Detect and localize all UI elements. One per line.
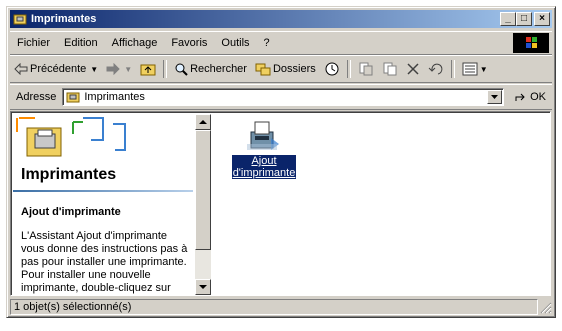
folders-icon: [255, 63, 271, 76]
add-printer-item[interactable]: Ajout d'imprimante: [231, 118, 297, 179]
minimize-button[interactable]: _: [500, 12, 516, 26]
chevron-down-icon: [491, 95, 499, 99]
status-bar: 1 objet(s) sélectionné(s): [10, 298, 552, 316]
address-input[interactable]: Imprimantes: [62, 88, 505, 106]
menu-affichage[interactable]: Affichage: [105, 34, 165, 52]
folder-banner: Imprimantes: [13, 114, 193, 192]
folders-label: Dossiers: [272, 63, 316, 75]
standard-toolbar: Précédente ▼ ▼ Rechercher Dossiers ▼: [10, 55, 552, 83]
selected-item-title: Ajout d'imprimante: [21, 206, 121, 218]
history-button[interactable]: [320, 58, 344, 80]
go-label: OK: [530, 91, 546, 103]
move-to-button[interactable]: [354, 58, 378, 80]
forward-dropdown-icon[interactable]: ▼: [124, 65, 132, 74]
views-icon: [462, 62, 478, 76]
menu-help[interactable]: ?: [257, 34, 277, 52]
explorer-window: Imprimantes _ □ × Fichier Edition Affich…: [6, 6, 556, 318]
delete-button[interactable]: [402, 58, 424, 80]
up-folder-icon: [140, 64, 156, 76]
history-icon: [325, 62, 339, 76]
toolbar-separator: [450, 60, 455, 78]
delete-icon: [407, 63, 419, 75]
undo-icon: [428, 63, 443, 75]
copy-to-button[interactable]: [378, 58, 402, 80]
back-arrow-icon: [14, 63, 28, 75]
chevron-up-icon: [199, 120, 207, 124]
scroll-thumb[interactable]: [195, 130, 211, 250]
up-folder-button[interactable]: [136, 58, 160, 80]
menu-bar: Fichier Edition Affichage Favoris Outils…: [10, 31, 552, 55]
printer-folder-banner-icon: [16, 117, 126, 157]
scroll-down-button[interactable]: [195, 279, 211, 295]
go-arrow-icon: [515, 93, 525, 101]
address-bar: Adresse Imprimantes OK: [10, 84, 552, 110]
scroll-up-button[interactable]: [195, 114, 211, 130]
undo-button[interactable]: [424, 58, 448, 80]
toolbar-separator: [346, 60, 351, 78]
forward-button[interactable]: ▼: [102, 58, 136, 80]
add-printer-icon: [247, 121, 279, 150]
maximize-button[interactable]: □: [516, 12, 532, 26]
views-button[interactable]: ▼: [458, 58, 492, 80]
printer-folder-icon: [66, 92, 80, 103]
views-dropdown-icon[interactable]: ▼: [480, 65, 488, 74]
printer-folder-icon: [13, 14, 27, 25]
address-dropdown-button[interactable]: [487, 90, 503, 104]
copy-to-icon: [383, 62, 397, 76]
toolbar-separator: [163, 60, 168, 78]
search-icon: [175, 63, 188, 76]
back-button[interactable]: Précédente ▼: [10, 58, 102, 80]
web-view-pane: Imprimantes Ajout d'imprimante L'Assista…: [13, 114, 193, 295]
folders-button[interactable]: Dossiers: [251, 58, 320, 80]
search-button[interactable]: Rechercher: [170, 58, 251, 80]
menu-outils[interactable]: Outils: [214, 34, 256, 52]
title-bar[interactable]: Imprimantes _ □ ×: [10, 10, 552, 28]
back-label: Précédente: [30, 63, 87, 75]
back-dropdown-icon[interactable]: ▼: [90, 65, 98, 74]
menu-favoris[interactable]: Favoris: [164, 34, 214, 52]
status-text: 1 objet(s) sélectionné(s): [10, 299, 538, 315]
close-button[interactable]: ×: [534, 12, 550, 26]
move-to-icon: [359, 62, 373, 76]
folder-content: Imprimantes Ajout d'imprimante L'Assista…: [10, 111, 551, 296]
add-printer-label: Ajout d'imprimante: [231, 155, 297, 179]
pane-title: Imprimantes: [21, 166, 117, 183]
window-title: Imprimantes: [31, 13, 97, 25]
windows-logo-icon: [513, 33, 549, 53]
menu-edition[interactable]: Edition: [57, 34, 105, 52]
forward-arrow-icon: [106, 63, 120, 75]
resize-grip-icon[interactable]: [538, 300, 552, 314]
address-label: Adresse: [16, 91, 57, 103]
search-label: Rechercher: [190, 63, 247, 75]
address-value: Imprimantes: [84, 91, 145, 103]
chevron-down-icon: [199, 285, 207, 289]
go-button[interactable]: OK: [504, 91, 552, 103]
left-pane-scrollbar[interactable]: [195, 114, 211, 295]
banner-divider: [13, 190, 193, 192]
selected-item-description: L'Assistant Ajout d'imprimante vous donn…: [21, 230, 188, 294]
menu-fichier[interactable]: Fichier: [10, 34, 57, 52]
